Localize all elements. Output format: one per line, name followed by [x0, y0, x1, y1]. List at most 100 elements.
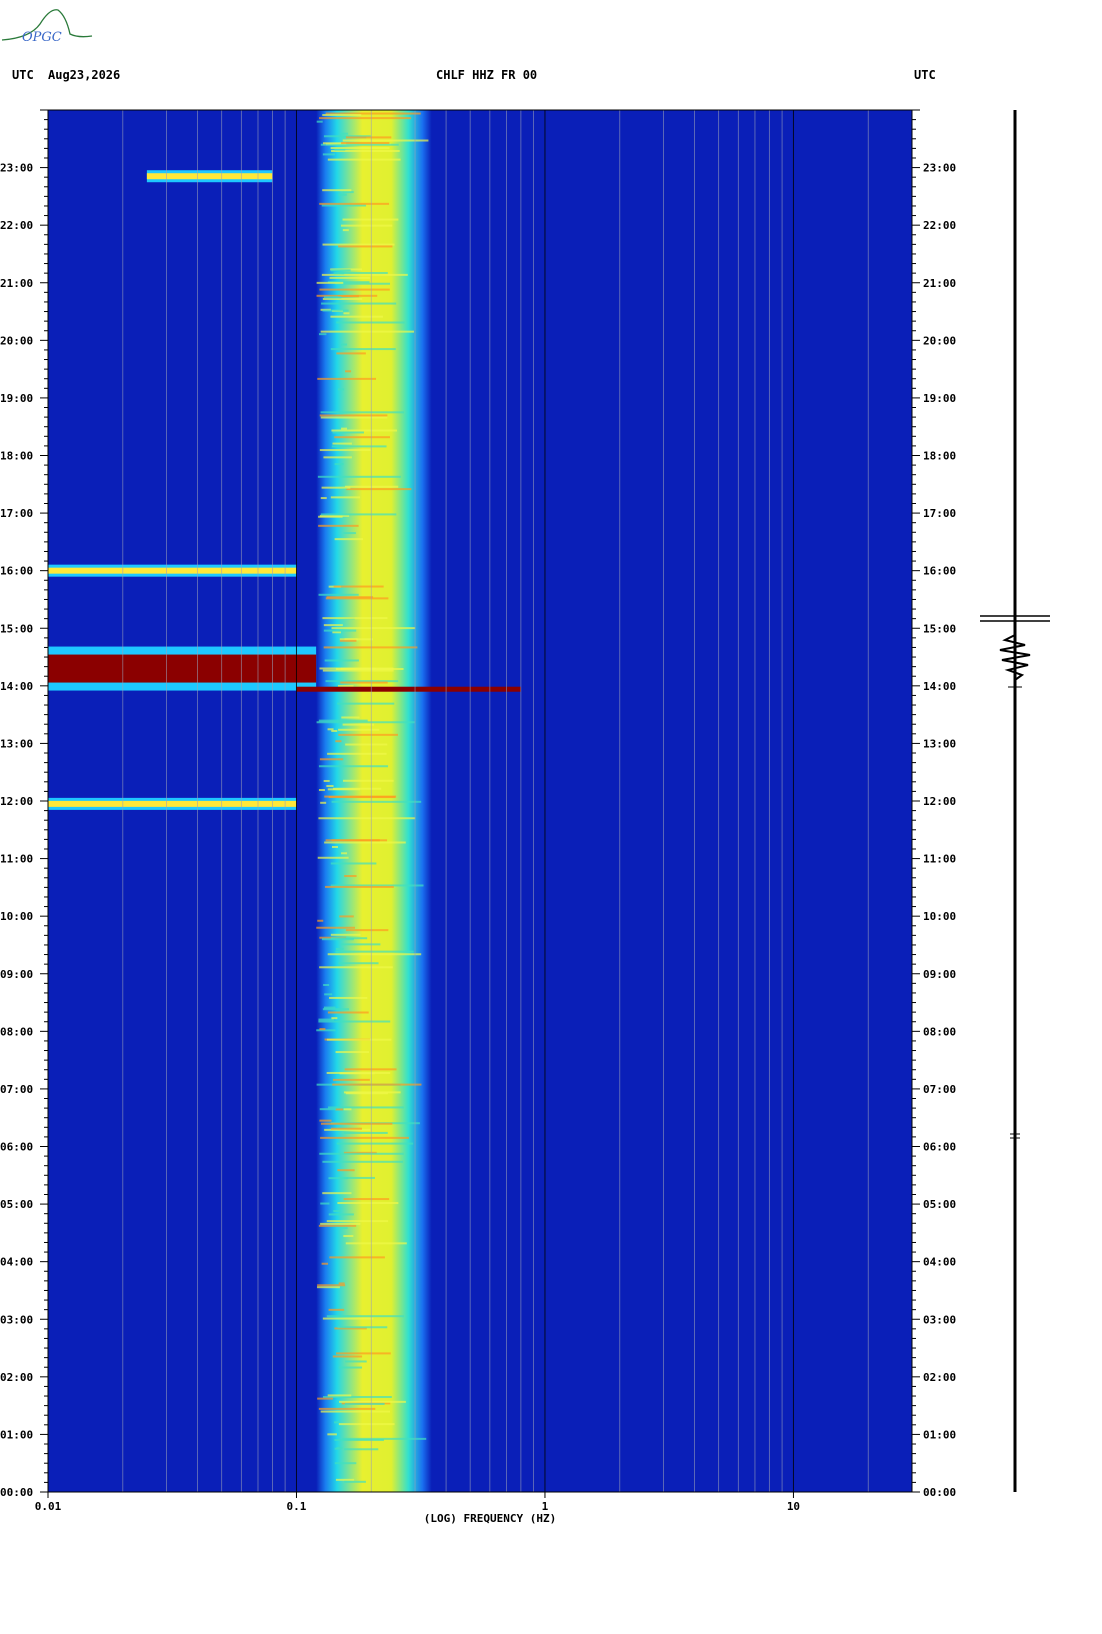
band-streak	[333, 272, 345, 275]
x-tick-label: 0.1	[287, 1500, 307, 1513]
band-streak	[322, 1160, 404, 1163]
band-streak	[341, 427, 348, 430]
band-streak	[322, 617, 388, 620]
y-label-right: 04:00	[923, 1256, 956, 1269]
band-streak	[342, 191, 354, 194]
band-streak	[320, 416, 388, 419]
y-label-left: 18:00	[0, 450, 33, 463]
band-streak	[345, 1242, 407, 1245]
trace-event-1430	[999, 634, 1031, 681]
y-label-right: 01:00	[923, 1428, 956, 1441]
band-streak	[336, 1142, 414, 1145]
band-streak	[344, 1402, 385, 1405]
band-streak	[343, 779, 394, 782]
band-streak	[330, 862, 377, 865]
band-streak	[322, 1317, 374, 1320]
y-label-left: 07:00	[0, 1083, 33, 1096]
band-streak	[331, 729, 338, 732]
band-streak	[342, 229, 349, 232]
band-streak	[324, 841, 406, 844]
band-streak	[331, 1017, 338, 1020]
band-streak	[333, 585, 384, 588]
band-streak	[341, 943, 381, 946]
band-streak	[316, 120, 323, 123]
band-streak	[320, 497, 327, 500]
y-label-right: 03:00	[923, 1313, 956, 1326]
y-label-left: 09:00	[0, 968, 33, 981]
y-label-left: 13:00	[0, 737, 33, 750]
band-streak	[335, 1478, 355, 1481]
band-streak	[318, 333, 327, 336]
band-streak	[344, 1480, 366, 1483]
y-label-right: 09:00	[923, 968, 956, 981]
y-label-right: 16:00	[923, 565, 956, 578]
y-label-right: 23:00	[923, 162, 956, 175]
band-streak	[337, 1202, 399, 1205]
band-streak	[321, 938, 354, 941]
band-streak	[322, 309, 349, 312]
band-streak	[322, 243, 395, 246]
band-streak	[335, 1051, 370, 1054]
band-streak	[338, 733, 398, 736]
band-streak	[317, 1284, 346, 1287]
band-streak	[324, 993, 333, 996]
x-tick-label: 10	[787, 1500, 800, 1513]
band-streak	[343, 1108, 352, 1111]
band-streak	[337, 1326, 388, 1329]
y-label-left: 22:00	[0, 219, 33, 232]
band-streak	[339, 1400, 406, 1403]
y-label-left: 19:00	[0, 392, 33, 405]
band-streak	[326, 596, 374, 599]
band-streak	[335, 947, 344, 950]
band-streak	[342, 1437, 427, 1440]
band-streak	[318, 515, 343, 518]
y-label-right: 10:00	[923, 910, 956, 923]
band-streak	[331, 800, 422, 803]
y-label-right: 00:00	[923, 1486, 956, 1499]
band-streak	[323, 629, 357, 632]
band-streak	[319, 117, 412, 120]
band-streak	[320, 1202, 330, 1205]
band-streak	[344, 1068, 397, 1071]
y-label-right: 13:00	[923, 737, 956, 750]
band-streak	[318, 1020, 391, 1023]
band-streak	[345, 488, 412, 491]
band-streak	[320, 1222, 361, 1225]
band-streak	[323, 646, 418, 649]
band-streak	[329, 276, 370, 279]
band-streak	[320, 330, 414, 333]
band-streak	[328, 1106, 404, 1109]
band-streak	[322, 153, 335, 156]
band-streak	[323, 983, 330, 986]
band-streak	[344, 875, 357, 878]
event-3	[146, 173, 273, 180]
band-streak	[334, 538, 364, 541]
band-streak	[343, 532, 356, 535]
y-label-right: 14:00	[923, 680, 956, 693]
band-streak	[320, 801, 327, 804]
band-streak	[320, 1136, 409, 1139]
event-4	[48, 800, 297, 807]
y-label-left: 17:00	[0, 507, 33, 520]
band-streak	[338, 245, 393, 248]
y-label-left: 23:00	[0, 162, 33, 175]
y-label-left: 15:00	[0, 622, 33, 635]
y-label-left: 02:00	[0, 1371, 33, 1384]
event-2	[48, 567, 297, 574]
band-streak	[343, 1198, 390, 1201]
band-streak	[337, 684, 354, 687]
y-label-right: 18:00	[923, 450, 956, 463]
band-streak	[318, 593, 359, 596]
band-streak	[324, 659, 359, 662]
band-streak	[327, 1011, 369, 1014]
band-streak	[340, 681, 388, 684]
band-streak	[320, 513, 397, 516]
band-streak	[318, 1224, 357, 1227]
band-streak	[345, 370, 352, 373]
seismogram-trace	[980, 110, 1050, 1492]
y-label-right: 22:00	[923, 219, 956, 232]
band-streak	[338, 1366, 363, 1369]
band-streak	[341, 852, 348, 855]
band-streak	[340, 1227, 348, 1230]
band-streak	[319, 449, 371, 452]
